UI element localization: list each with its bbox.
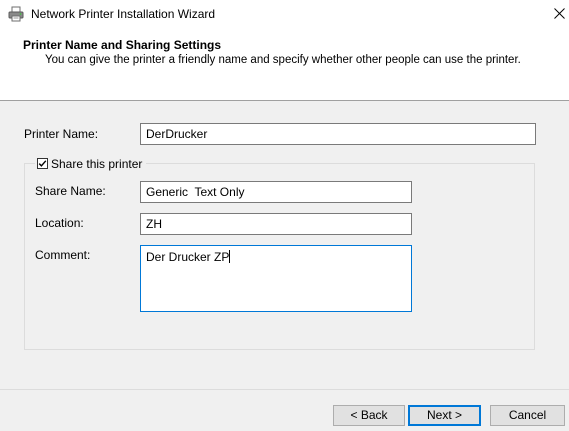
printer-name-field[interactable]: DerDrucker — [140, 123, 536, 145]
share-name-field[interactable]: Generic Text Only — [140, 181, 412, 203]
window-title: Network Printer Installation Wizard — [31, 7, 216, 21]
comment-field[interactable]: Der Drucker ZP — [140, 245, 412, 312]
wizard-header: Printer Name and Sharing Settings You ca… — [0, 28, 569, 101]
close-icon — [554, 8, 565, 19]
next-button[interactable]: Next > — [408, 405, 481, 426]
checkmark-icon — [38, 160, 47, 167]
text-caret — [229, 250, 231, 263]
share-checkbox-label: Share this printer — [51, 156, 143, 171]
printer-icon — [8, 6, 24, 22]
printer-name-label: Printer Name: — [24, 127, 99, 141]
back-button[interactable]: < Back — [333, 405, 405, 426]
share-name-label: Share Name: — [35, 184, 106, 198]
page-title: Printer Name and Sharing Settings — [23, 38, 222, 52]
cancel-button[interactable]: Cancel — [490, 405, 565, 426]
share-checkbox[interactable] — [37, 158, 48, 169]
title-bar: Network Printer Installation Wizard — [0, 0, 569, 28]
share-checkbox-row[interactable]: Share this printer — [35, 155, 147, 172]
location-field[interactable]: ZH — [140, 213, 412, 235]
page-subtitle: You can give the printer a friendly name… — [45, 54, 521, 66]
close-button[interactable] — [550, 3, 569, 25]
comment-label: Comment: — [35, 248, 91, 262]
comment-text: Der Drucker ZP — [146, 250, 230, 264]
location-label: Location: — [35, 216, 84, 230]
footer-divider — [0, 389, 569, 390]
